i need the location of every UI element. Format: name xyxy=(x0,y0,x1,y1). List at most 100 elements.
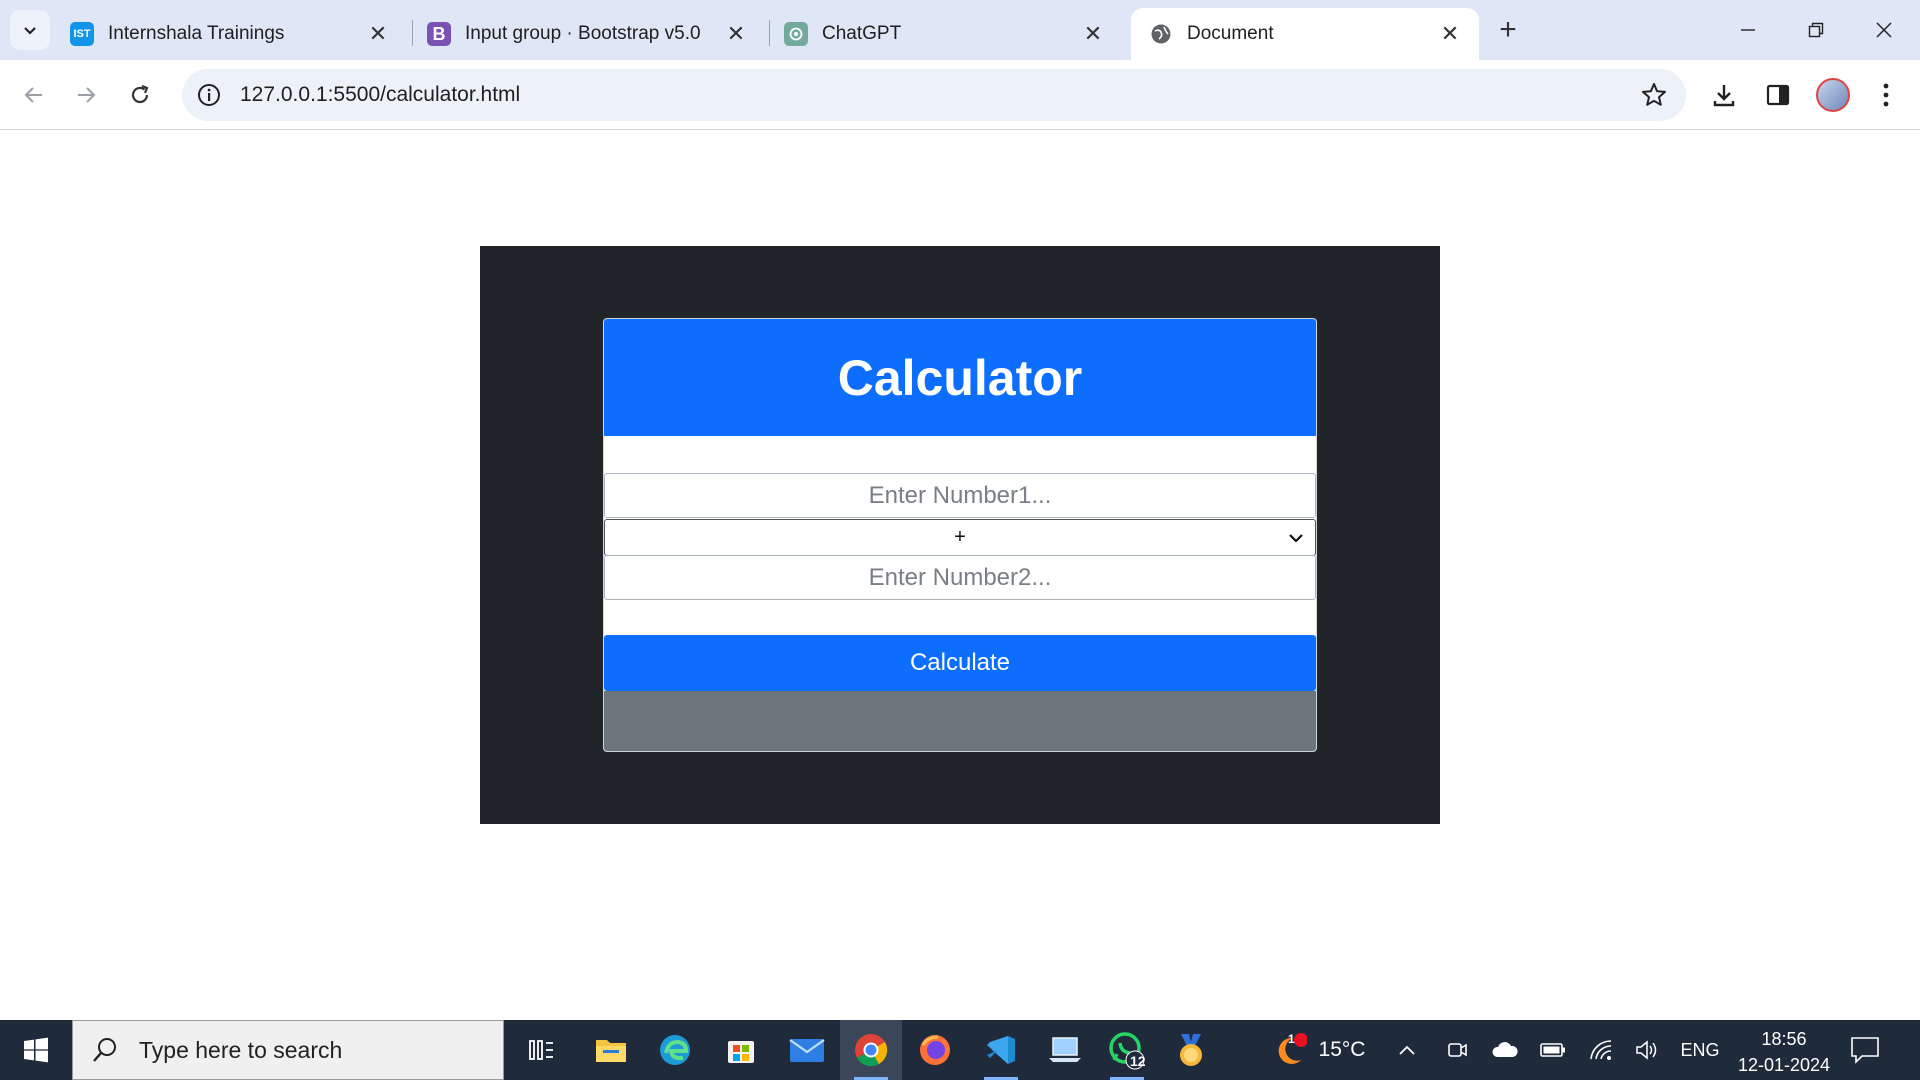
reload-icon xyxy=(131,84,149,104)
remote-desktop-button[interactable] xyxy=(1034,1020,1096,1080)
whatsapp-badge: 12 xyxy=(1130,1053,1146,1069)
rewards-button[interactable] xyxy=(1160,1020,1222,1080)
cloud-icon xyxy=(1492,1042,1518,1057)
back-button[interactable] xyxy=(12,73,56,117)
number2-input[interactable] xyxy=(605,556,1315,599)
battery-button[interactable] xyxy=(1534,1020,1572,1080)
meet-now-button[interactable] xyxy=(1440,1020,1474,1080)
number1-field[interactable] xyxy=(604,473,1316,518)
volume-button[interactable] xyxy=(1628,1020,1666,1080)
side-panel-icon xyxy=(1766,84,1790,106)
speaker-icon xyxy=(1636,1040,1657,1060)
medal-icon xyxy=(1180,1034,1202,1066)
onedrive-button[interactable] xyxy=(1486,1020,1524,1080)
internshala-favicon-icon: IST xyxy=(70,22,94,46)
number2-field[interactable] xyxy=(604,555,1316,600)
clock-time: 18:56 xyxy=(1761,1029,1807,1049)
operator-value: + xyxy=(954,526,966,548)
restore-button[interactable] xyxy=(1786,8,1846,52)
calculator-card: Calculator + Calculate xyxy=(603,318,1317,752)
taskbar-clock[interactable]: 18:56 12-01-2024 xyxy=(1734,1026,1834,1078)
minimize-icon xyxy=(1741,29,1755,31)
tab-title: Input group · Bootstrap v5.0 xyxy=(465,23,701,44)
chrome-icon xyxy=(855,1034,888,1067)
chatgpt-favicon-icon xyxy=(784,22,808,46)
browser-toolbar: 127.0.0.1:5500/calculator.html xyxy=(0,60,1920,130)
meet-icon xyxy=(1448,1043,1467,1057)
tab-title: Internshala Trainings xyxy=(108,23,285,44)
side-panel-button[interactable] xyxy=(1760,77,1796,113)
reload-button[interactable] xyxy=(118,73,162,117)
more-vertical-icon xyxy=(1883,83,1889,107)
close-window-button[interactable] xyxy=(1854,8,1914,52)
address-bar[interactable]: 127.0.0.1:5500/calculator.html xyxy=(182,69,1686,121)
profile-avatar[interactable] xyxy=(1816,78,1850,112)
weather-temperature: 15°C xyxy=(1318,1038,1366,1061)
download-button[interactable] xyxy=(1706,77,1742,113)
tab-chatgpt[interactable]: ChatGPT ✕ xyxy=(766,8,1122,60)
task-view-button[interactable] xyxy=(510,1020,572,1080)
url-text[interactable]: 127.0.0.1:5500/calculator.html xyxy=(240,83,520,107)
star-icon[interactable] xyxy=(1640,81,1668,109)
mail-button[interactable] xyxy=(776,1020,838,1080)
operator-select[interactable]: + xyxy=(604,519,1316,556)
edge-icon xyxy=(660,1035,690,1065)
chevron-down-icon xyxy=(24,27,36,35)
network-button[interactable] xyxy=(1582,1020,1620,1080)
notification-icon[interactable] xyxy=(1848,1034,1882,1066)
windows-taskbar: Type here to search 12 1 15°C ENG 18:56 … xyxy=(0,1020,1920,1080)
vscode-button[interactable] xyxy=(970,1020,1032,1080)
bootstrap-favicon-icon: B xyxy=(427,22,451,46)
laptop-icon xyxy=(1049,1037,1081,1062)
store-icon xyxy=(728,1041,754,1063)
edge-button[interactable] xyxy=(644,1020,706,1080)
windows-logo-icon xyxy=(24,1037,48,1063)
close-icon xyxy=(1876,22,1892,38)
new-tab-button[interactable]: + xyxy=(1490,12,1526,48)
tab-internshala[interactable]: IST Internshala Trainings ✕ xyxy=(52,8,407,60)
show-hidden-icons-button[interactable] xyxy=(1390,1020,1424,1080)
browser-tab-strip: IST Internshala Trainings ✕ B Input grou… xyxy=(0,0,1920,60)
taskbar-search[interactable]: Type here to search xyxy=(72,1020,504,1080)
site-info-icon[interactable] xyxy=(196,82,222,108)
calculator-header: Calculator xyxy=(604,319,1316,436)
battery-icon xyxy=(1540,1043,1565,1057)
wifi-icon xyxy=(1590,1040,1612,1060)
task-view-icon xyxy=(529,1040,553,1060)
number1-input[interactable] xyxy=(605,474,1315,517)
tab-title: ChatGPT xyxy=(822,23,902,44)
browser-menu-button[interactable] xyxy=(1868,77,1904,113)
search-placeholder: Type here to search xyxy=(139,1036,343,1063)
calculator-container: Calculator + Calculate xyxy=(480,246,1440,824)
start-button[interactable] xyxy=(0,1020,72,1080)
forward-button[interactable] xyxy=(64,73,108,117)
clock-date: 12-01-2024 xyxy=(1737,1055,1831,1075)
microsoft-store-button[interactable] xyxy=(710,1020,772,1080)
close-icon[interactable]: ✕ xyxy=(725,21,747,46)
calculate-button[interactable]: Calculate xyxy=(604,635,1316,691)
result-display xyxy=(604,691,1316,751)
calculator-title: Calculator xyxy=(837,349,1083,406)
folder-icon xyxy=(596,1040,626,1062)
arrow-left-icon xyxy=(24,87,42,103)
language-indicator[interactable]: ENG xyxy=(1672,1020,1728,1080)
tab-bootstrap[interactable]: B Input group · Bootstrap v5.0 ✕ xyxy=(409,8,765,60)
mail-icon xyxy=(789,1039,825,1062)
close-icon[interactable]: ✕ xyxy=(1082,21,1104,46)
minimize-button[interactable] xyxy=(1718,8,1778,52)
download-icon xyxy=(1713,85,1735,107)
firefox-icon xyxy=(920,1035,950,1065)
whatsapp-button[interactable]: 12 xyxy=(1096,1020,1158,1080)
weather-widget[interactable]: 1 15°C xyxy=(1258,1020,1378,1080)
chrome-button[interactable] xyxy=(840,1020,902,1080)
tab-document[interactable]: Document ✕ xyxy=(1131,8,1479,60)
restore-icon xyxy=(1808,22,1824,38)
firefox-button[interactable] xyxy=(904,1020,966,1080)
tab-title: Document xyxy=(1187,23,1274,44)
close-icon[interactable]: ✕ xyxy=(1439,21,1461,46)
file-explorer-button[interactable] xyxy=(580,1020,642,1080)
close-icon[interactable]: ✕ xyxy=(367,21,389,46)
chevron-up-icon xyxy=(1399,1045,1415,1055)
weather-badge: 1 xyxy=(1288,1032,1295,1046)
tab-search-button[interactable] xyxy=(10,10,50,50)
